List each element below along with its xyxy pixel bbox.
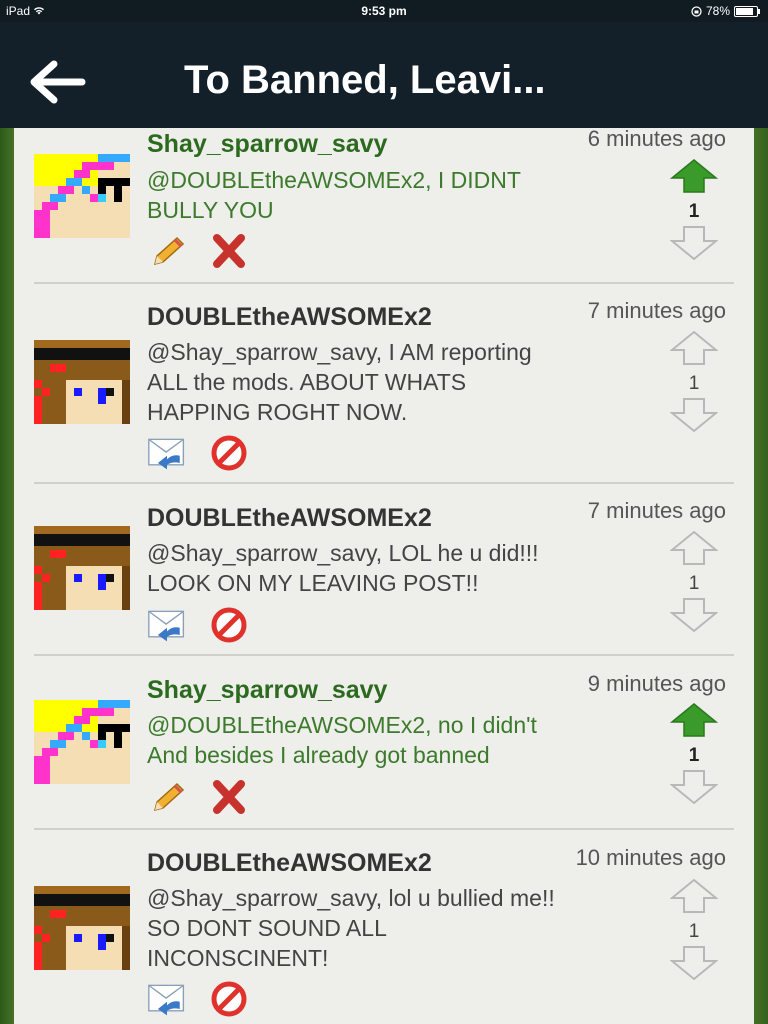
comment-line: @Shay_sparrow_savy, LOL he u did!!!	[147, 540, 539, 566]
comment-time: 7 minutes ago	[587, 298, 726, 323]
delete-x-icon[interactable]	[209, 778, 249, 816]
comment-time: 9 minutes ago	[587, 671, 726, 696]
upvote-arrow-icon[interactable]	[669, 330, 719, 366]
page-title: To Banned, Leavi...	[184, 58, 546, 102]
clock: 9:53 pm	[361, 4, 407, 18]
battery-icon	[734, 5, 760, 17]
comment-actions	[147, 434, 249, 472]
comment-text: @Shay_sparrow_savy, I AM reporting ALL t…	[147, 337, 607, 427]
vote-count: 1	[688, 201, 700, 222]
reply-envelope-icon[interactable]	[147, 980, 187, 1018]
comment-actions	[147, 606, 249, 644]
comment-item: DOUBLEtheAWSOMEx2 7 minutes ago @Shay_sp…	[14, 484, 754, 656]
comment-author[interactable]: DOUBLEtheAWSOMEx2	[147, 849, 432, 878]
battery-area: 78%	[691, 4, 760, 18]
pencil-icon[interactable]	[147, 778, 187, 816]
downvote-arrow-icon[interactable]	[669, 769, 719, 805]
vote-count: 1	[688, 745, 700, 766]
vote-box: 1	[669, 158, 719, 266]
comment-line: HAPPING ROGHT NOW.	[147, 399, 408, 425]
comment-author[interactable]: Shay_sparrow_savy	[147, 130, 387, 159]
back-button[interactable]	[24, 60, 88, 104]
upvote-arrow-icon[interactable]	[669, 878, 719, 914]
battery-percent: 78%	[705, 4, 730, 18]
comment-line: INCONSCINENT!	[147, 945, 329, 971]
vote-box: 1	[669, 878, 719, 986]
pencil-icon[interactable]	[147, 232, 187, 270]
comment-text: @Shay_sparrow_savy, lol u bullied me!! S…	[147, 883, 607, 973]
nav-header: To Banned, Leavi...	[0, 22, 768, 128]
vote-count: 1	[688, 573, 700, 594]
comment-line: @DOUBLEtheAWSOMEx2, no I didn't	[147, 712, 537, 738]
block-icon[interactable]	[209, 980, 249, 1018]
comment-actions	[147, 980, 249, 1018]
comment-text: @Shay_sparrow_savy, LOL he u did!!! LOOK…	[147, 538, 607, 598]
downvote-arrow-icon[interactable]	[669, 597, 719, 633]
upvote-arrow-icon[interactable]	[669, 530, 719, 566]
vote-box: 1	[669, 702, 719, 810]
avatar	[34, 526, 130, 610]
comment-list: Shay_sparrow_savy 6 minutes ago @DOUBLEt…	[14, 128, 754, 1024]
comment-item: Shay_sparrow_savy 9 minutes ago @DOUBLEt…	[14, 656, 754, 830]
delete-x-icon[interactable]	[209, 232, 249, 270]
vote-box: 1	[669, 530, 719, 638]
reply-envelope-icon[interactable]	[147, 434, 187, 472]
comment-author[interactable]: DOUBLEtheAWSOMEx2	[147, 303, 432, 332]
downvote-arrow-icon[interactable]	[669, 225, 719, 261]
comment-text: @DOUBLEtheAWSOMEx2, no I didn't And besi…	[147, 710, 607, 770]
rotation-lock-icon	[691, 5, 702, 17]
vote-count: 1	[688, 921, 700, 942]
comment-time: 6 minutes ago	[587, 128, 726, 151]
comment-author[interactable]: DOUBLEtheAWSOMEx2	[147, 504, 432, 533]
comment-line: And besides I already got banned	[147, 742, 490, 768]
upvote-arrow-icon[interactable]	[669, 158, 719, 194]
comment-time: 10 minutes ago	[575, 845, 726, 870]
back-arrow-icon	[30, 60, 86, 104]
avatar	[34, 154, 130, 238]
comment-line: ALL the mods. ABOUT WHATS	[147, 369, 467, 395]
avatar	[34, 340, 130, 424]
reply-envelope-icon[interactable]	[147, 606, 187, 644]
avatar	[34, 700, 130, 784]
comment-line: SO DONT SOUND ALL	[147, 915, 387, 941]
comment-actions	[147, 232, 249, 270]
block-icon[interactable]	[209, 606, 249, 644]
avatar	[34, 886, 130, 970]
comment-line: LOOK ON MY LEAVING POST!!	[147, 570, 479, 596]
block-icon[interactable]	[209, 434, 249, 472]
comment-item: Shay_sparrow_savy 6 minutes ago @DOUBLEt…	[14, 128, 754, 284]
downvote-arrow-icon[interactable]	[669, 945, 719, 981]
comment-line: @Shay_sparrow_savy, lol u bullied me!!	[147, 885, 555, 911]
comment-line: @DOUBLEtheAWSOMEx2, I DIDNT	[147, 167, 521, 193]
comment-actions	[147, 778, 249, 816]
upvote-arrow-icon[interactable]	[669, 702, 719, 738]
comment-item: DOUBLEtheAWSOMEx2 7 minutes ago @Shay_sp…	[14, 284, 754, 484]
status-bar: iPad 9:53 pm 78%	[0, 0, 768, 22]
comment-line: BULLY YOU	[147, 197, 274, 223]
comment-author[interactable]: Shay_sparrow_savy	[147, 676, 387, 705]
comment-text: @DOUBLEtheAWSOMEx2, I DIDNT BULLY YOU	[147, 165, 607, 225]
vote-box: 1	[669, 330, 719, 438]
vote-count: 1	[688, 373, 700, 394]
comment-item: DOUBLEtheAWSOMEx2 10 minutes ago @Shay_s…	[14, 830, 754, 1024]
comment-line: @Shay_sparrow_savy, I AM reporting	[147, 339, 532, 365]
comment-time: 7 minutes ago	[587, 498, 726, 523]
downvote-arrow-icon[interactable]	[669, 397, 719, 433]
